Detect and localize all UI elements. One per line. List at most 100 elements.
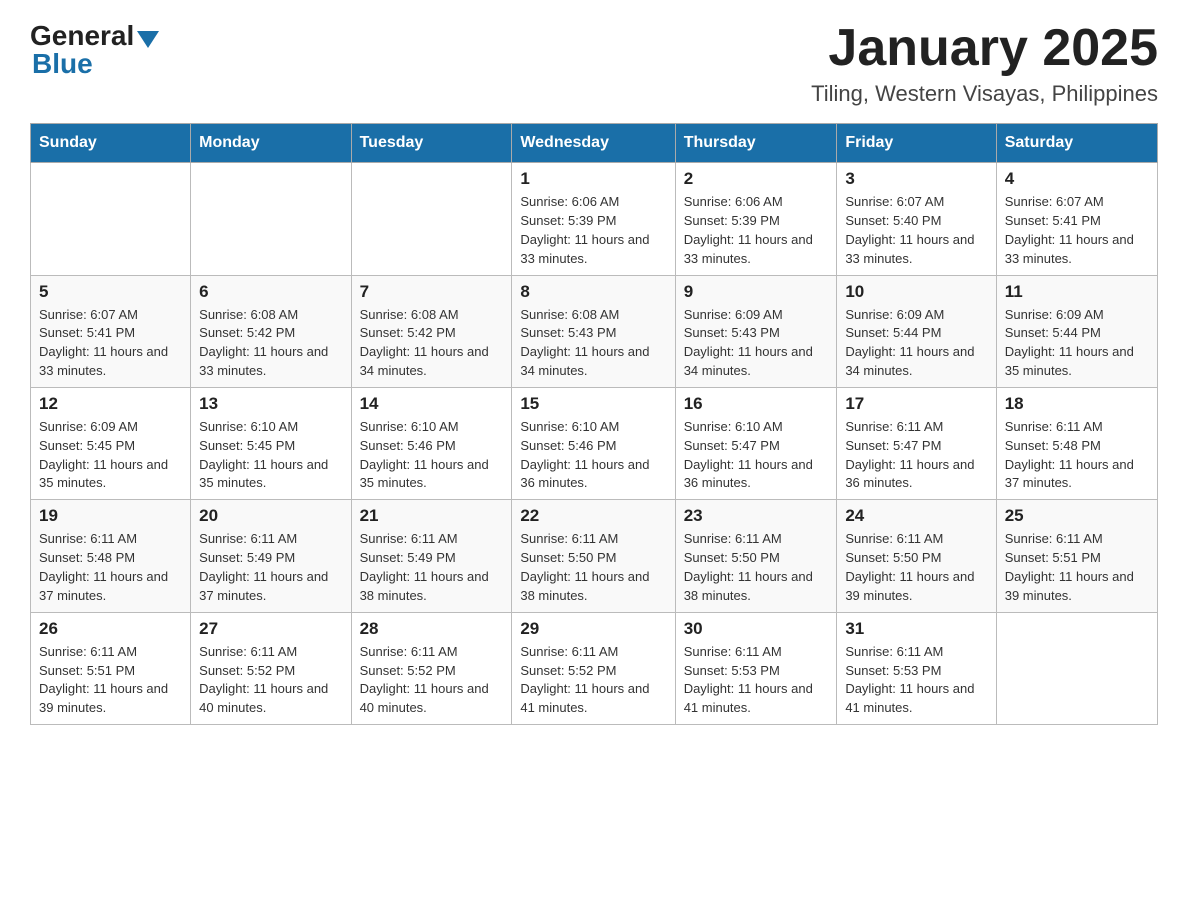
calendar-day-header: Friday bbox=[837, 124, 996, 163]
day-number: 29 bbox=[520, 619, 666, 639]
calendar-day-header: Wednesday bbox=[512, 124, 675, 163]
day-info: Sunrise: 6:07 AM Sunset: 5:41 PM Dayligh… bbox=[39, 306, 182, 381]
calendar-cell: 19 Sunrise: 6:11 AM Sunset: 5:48 PM Dayli… bbox=[31, 500, 191, 612]
day-number: 11 bbox=[1005, 282, 1149, 302]
day-number: 1 bbox=[520, 169, 666, 189]
day-info: Sunrise: 6:10 AM Sunset: 5:46 PM Dayligh… bbox=[360, 418, 504, 493]
day-number: 14 bbox=[360, 394, 504, 414]
day-number: 15 bbox=[520, 394, 666, 414]
calendar-cell: 12 Sunrise: 6:09 AM Sunset: 5:45 PM Dayli… bbox=[31, 387, 191, 499]
day-number: 25 bbox=[1005, 506, 1149, 526]
calendar-cell bbox=[191, 163, 351, 275]
day-number: 3 bbox=[845, 169, 987, 189]
calendar-cell: 2 Sunrise: 6:06 AM Sunset: 5:39 PM Daylig… bbox=[675, 163, 837, 275]
day-info: Sunrise: 6:10 AM Sunset: 5:45 PM Dayligh… bbox=[199, 418, 342, 493]
calendar-cell: 11 Sunrise: 6:09 AM Sunset: 5:44 PM Dayli… bbox=[996, 275, 1157, 387]
day-info: Sunrise: 6:06 AM Sunset: 5:39 PM Dayligh… bbox=[684, 193, 829, 268]
day-number: 10 bbox=[845, 282, 987, 302]
calendar-day-header: Tuesday bbox=[351, 124, 512, 163]
day-number: 27 bbox=[199, 619, 342, 639]
day-info: Sunrise: 6:07 AM Sunset: 5:40 PM Dayligh… bbox=[845, 193, 987, 268]
day-info: Sunrise: 6:09 AM Sunset: 5:44 PM Dayligh… bbox=[1005, 306, 1149, 381]
day-info: Sunrise: 6:11 AM Sunset: 5:52 PM Dayligh… bbox=[520, 643, 666, 718]
day-info: Sunrise: 6:06 AM Sunset: 5:39 PM Dayligh… bbox=[520, 193, 666, 268]
calendar-cell: 8Sunrise: 6:08 AM Sunset: 5:43 PM Daylig… bbox=[512, 275, 675, 387]
calendar-day-header: Thursday bbox=[675, 124, 837, 163]
day-number: 7 bbox=[360, 282, 504, 302]
calendar-cell: 3 Sunrise: 6:07 AM Sunset: 5:40 PM Daylig… bbox=[837, 163, 996, 275]
calendar-cell: 6Sunrise: 6:08 AM Sunset: 5:42 PM Daylig… bbox=[191, 275, 351, 387]
calendar-week-row: 26Sunrise: 6:11 AM Sunset: 5:51 PM Dayli… bbox=[31, 612, 1158, 724]
calendar-week-row: 5 Sunrise: 6:07 AM Sunset: 5:41 PM Daylig… bbox=[31, 275, 1158, 387]
day-number: 23 bbox=[684, 506, 829, 526]
calendar-cell: 5 Sunrise: 6:07 AM Sunset: 5:41 PM Daylig… bbox=[31, 275, 191, 387]
day-info: Sunrise: 6:11 AM Sunset: 5:51 PM Dayligh… bbox=[1005, 530, 1149, 605]
logo: General Blue bbox=[30, 20, 159, 80]
calendar-cell: 30 Sunrise: 6:11 AM Sunset: 5:53 PM Dayli… bbox=[675, 612, 837, 724]
day-info: Sunrise: 6:09 AM Sunset: 5:44 PM Dayligh… bbox=[845, 306, 987, 381]
day-number: 12 bbox=[39, 394, 182, 414]
calendar-cell: 25 Sunrise: 6:11 AM Sunset: 5:51 PM Dayli… bbox=[996, 500, 1157, 612]
calendar-cell: 27Sunrise: 6:11 AM Sunset: 5:52 PM Dayli… bbox=[191, 612, 351, 724]
day-number: 2 bbox=[684, 169, 829, 189]
calendar-cell: 18Sunrise: 6:11 AM Sunset: 5:48 PM Dayli… bbox=[996, 387, 1157, 499]
calendar-table: SundayMondayTuesdayWednesdayThursdayFrid… bbox=[30, 123, 1158, 725]
day-number: 22 bbox=[520, 506, 666, 526]
calendar-header-row: SundayMondayTuesdayWednesdayThursdayFrid… bbox=[31, 124, 1158, 163]
calendar-cell bbox=[996, 612, 1157, 724]
calendar-cell: 10 Sunrise: 6:09 AM Sunset: 5:44 PM Dayli… bbox=[837, 275, 996, 387]
day-number: 9 bbox=[684, 282, 829, 302]
calendar-cell: 26Sunrise: 6:11 AM Sunset: 5:51 PM Dayli… bbox=[31, 612, 191, 724]
calendar-cell: 23 Sunrise: 6:11 AM Sunset: 5:50 PM Dayli… bbox=[675, 500, 837, 612]
day-number: 24 bbox=[845, 506, 987, 526]
calendar-cell: 13Sunrise: 6:10 AM Sunset: 5:45 PM Dayli… bbox=[191, 387, 351, 499]
day-info: Sunrise: 6:09 AM Sunset: 5:43 PM Dayligh… bbox=[684, 306, 829, 381]
calendar-day-header: Monday bbox=[191, 124, 351, 163]
day-info: Sunrise: 6:11 AM Sunset: 5:49 PM Dayligh… bbox=[199, 530, 342, 605]
subtitle: Tiling, Western Visayas, Philippines bbox=[811, 81, 1158, 107]
calendar-cell: 9 Sunrise: 6:09 AM Sunset: 5:43 PM Daylig… bbox=[675, 275, 837, 387]
day-number: 16 bbox=[684, 394, 829, 414]
day-info: Sunrise: 6:11 AM Sunset: 5:50 PM Dayligh… bbox=[520, 530, 666, 605]
calendar-day-header: Saturday bbox=[996, 124, 1157, 163]
calendar-cell: 29 Sunrise: 6:11 AM Sunset: 5:52 PM Dayli… bbox=[512, 612, 675, 724]
day-number: 5 bbox=[39, 282, 182, 302]
day-number: 19 bbox=[39, 506, 182, 526]
day-info: Sunrise: 6:09 AM Sunset: 5:45 PM Dayligh… bbox=[39, 418, 182, 493]
calendar-cell: 20 Sunrise: 6:11 AM Sunset: 5:49 PM Dayli… bbox=[191, 500, 351, 612]
calendar-cell: 22 Sunrise: 6:11 AM Sunset: 5:50 PM Dayli… bbox=[512, 500, 675, 612]
calendar-cell: 1 Sunrise: 6:06 AM Sunset: 5:39 PM Daylig… bbox=[512, 163, 675, 275]
day-number: 6 bbox=[199, 282, 342, 302]
day-info: Sunrise: 6:11 AM Sunset: 5:48 PM Dayligh… bbox=[39, 530, 182, 605]
calendar-week-row: 1 Sunrise: 6:06 AM Sunset: 5:39 PM Daylig… bbox=[31, 163, 1158, 275]
day-info: Sunrise: 6:11 AM Sunset: 5:48 PM Dayligh… bbox=[1005, 418, 1149, 493]
main-title: January 2025 bbox=[811, 20, 1158, 77]
day-info: Sunrise: 6:08 AM Sunset: 5:42 PM Dayligh… bbox=[360, 306, 504, 381]
calendar-cell: 4Sunrise: 6:07 AM Sunset: 5:41 PM Daylig… bbox=[996, 163, 1157, 275]
day-number: 30 bbox=[684, 619, 829, 639]
day-info: Sunrise: 6:11 AM Sunset: 5:53 PM Dayligh… bbox=[684, 643, 829, 718]
title-section: January 2025 Tiling, Western Visayas, Ph… bbox=[811, 20, 1158, 107]
day-info: Sunrise: 6:11 AM Sunset: 5:47 PM Dayligh… bbox=[845, 418, 987, 493]
day-info: Sunrise: 6:10 AM Sunset: 5:46 PM Dayligh… bbox=[520, 418, 666, 493]
page-header: General Blue January 2025 Tiling, Wester… bbox=[30, 20, 1158, 107]
calendar-cell: 28Sunrise: 6:11 AM Sunset: 5:52 PM Dayli… bbox=[351, 612, 512, 724]
logo-blue-text: Blue bbox=[32, 48, 93, 80]
day-info: Sunrise: 6:11 AM Sunset: 5:50 PM Dayligh… bbox=[845, 530, 987, 605]
calendar-cell bbox=[351, 163, 512, 275]
calendar-cell: 16 Sunrise: 6:10 AM Sunset: 5:47 PM Dayli… bbox=[675, 387, 837, 499]
logo-arrow-icon bbox=[137, 31, 159, 48]
day-number: 4 bbox=[1005, 169, 1149, 189]
day-number: 20 bbox=[199, 506, 342, 526]
day-info: Sunrise: 6:08 AM Sunset: 5:43 PM Dayligh… bbox=[520, 306, 666, 381]
calendar-cell: 14 Sunrise: 6:10 AM Sunset: 5:46 PM Dayli… bbox=[351, 387, 512, 499]
day-info: Sunrise: 6:11 AM Sunset: 5:50 PM Dayligh… bbox=[684, 530, 829, 605]
day-number: 17 bbox=[845, 394, 987, 414]
calendar-cell: 24 Sunrise: 6:11 AM Sunset: 5:50 PM Dayli… bbox=[837, 500, 996, 612]
calendar-cell: 15 Sunrise: 6:10 AM Sunset: 5:46 PM Dayli… bbox=[512, 387, 675, 499]
calendar-cell: 17 Sunrise: 6:11 AM Sunset: 5:47 PM Dayli… bbox=[837, 387, 996, 499]
day-info: Sunrise: 6:11 AM Sunset: 5:51 PM Dayligh… bbox=[39, 643, 182, 718]
day-info: Sunrise: 6:11 AM Sunset: 5:53 PM Dayligh… bbox=[845, 643, 987, 718]
day-info: Sunrise: 6:10 AM Sunset: 5:47 PM Dayligh… bbox=[684, 418, 829, 493]
calendar-week-row: 12 Sunrise: 6:09 AM Sunset: 5:45 PM Dayli… bbox=[31, 387, 1158, 499]
